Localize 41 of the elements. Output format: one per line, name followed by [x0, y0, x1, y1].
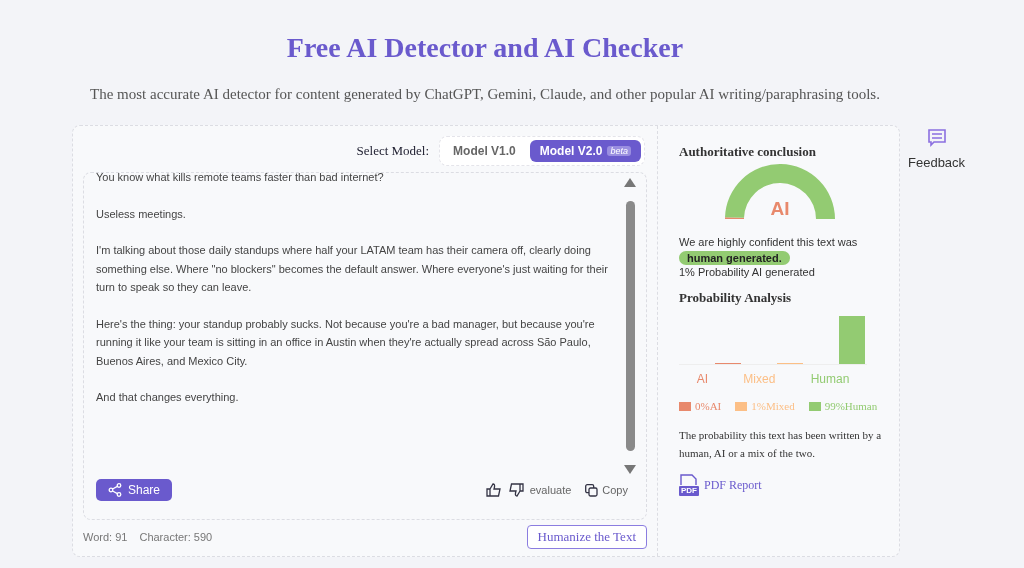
text-paragraph: And that changes everything.: [96, 390, 240, 405]
scroll-down-icon[interactable]: [624, 465, 636, 474]
share-button[interactable]: Share: [96, 479, 173, 501]
analysis-description: The probability this text has been written by a human, AI or a mix of the two.: [679, 428, 883, 461]
confidence-statement: We are highly confident this text was: [679, 236, 858, 248]
category-label: Mixed: [743, 372, 776, 386]
character-count: Character: 590: [139, 531, 213, 543]
evaluate-label: evaluate: [529, 484, 572, 496]
gauge-label: AI: [769, 198, 791, 220]
scroll-up-icon[interactable]: [624, 178, 636, 187]
copy-icon: [585, 483, 599, 497]
humanize-button[interactable]: Humanize the Text: [526, 525, 647, 549]
text-editor[interactable]: [83, 172, 647, 520]
page-subtitle: The most accurate AI detector for content generated by ChatGPT, Gemini, Claude, and other popular AI writing/paraphrasing tools.: [89, 86, 881, 103]
model-tab[interactable]: Model V1.0: [443, 140, 526, 162]
copy-button[interactable]: Copy: [585, 483, 628, 497]
select-model-label: Select Model:: [356, 143, 430, 159]
pdf-report-link[interactable]: PDF Report: [704, 477, 762, 493]
legend-label: 1%Mixed: [751, 400, 795, 412]
thumbs-up-icon[interactable]: [485, 483, 502, 497]
ai-probability: 1% Probability AI generated: [679, 266, 815, 278]
page-title: Free AI Detector and AI Checker: [285, 32, 685, 64]
thumbs-down-icon[interactable]: [507, 483, 524, 497]
model-tab[interactable]: Model V2.0 beta: [529, 140, 641, 162]
word-count: Word: 91: [83, 531, 128, 543]
chat-icon: [926, 129, 947, 147]
analysis-heading: Probability Analysis: [679, 290, 792, 306]
text-paragraph: Here's the thing: your standup probably sucks. Not because you're a bad manager, but because you're running it like your team is sitting in an office in Austin when they're actually spread across São Paulo, Buenos Aires, and Mexico City.: [96, 316, 596, 369]
feedback-button[interactable]: Feedback: [908, 129, 966, 170]
text-paragraph: You know what kills remote teams faster than bad internet?: [96, 173, 385, 185]
legend-label: 99%Human: [824, 400, 878, 412]
scrollbar[interactable]: [624, 178, 636, 474]
category-label: Human: [810, 372, 850, 386]
share-icon: [108, 483, 122, 497]
text-paragraph: I'm talking about those daily standups where half your LATAM team has their camera off, clearly doing something else. Where "no blockers" becomes the default answer. Where everyone's just waiting for their turn to speak so they can leave.: [96, 243, 609, 295]
verdict-badge: human generated.: [679, 251, 790, 265]
legend-label: 0%AI: [695, 400, 722, 412]
beta-badge: beta: [607, 146, 631, 156]
text-paragraph: Useless meetings.: [96, 206, 187, 222]
category-label: AI: [696, 372, 708, 386]
conclusion-heading: Authoritative conclusion: [679, 144, 816, 160]
